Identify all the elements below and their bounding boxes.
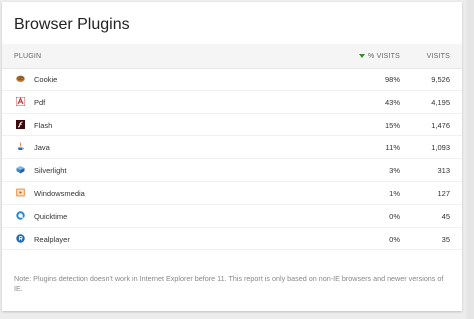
column-header-plugin[interactable]: PLUGIN	[14, 53, 41, 60]
plugin-table-body: Cookie 98% 9,526 Pdf 43% 4,195 Flash 15%…	[2, 68, 462, 251]
sort-descending-icon	[359, 54, 366, 58]
plugin-visits: 1,093	[431, 143, 450, 153]
plugin-detection-note: Note: Plugins detection doesn't work in …	[14, 274, 444, 293]
plugin-visits: 1,476	[431, 120, 450, 130]
plugin-visits: 9,526	[431, 75, 450, 84]
plugin-name: Flash	[34, 120, 53, 130]
plugin-pct-visits: 0%	[389, 211, 400, 221]
widget-title: Browser Plugins	[14, 16, 130, 33]
plugin-name: Quicktime	[34, 211, 68, 221]
plugin-pct-visits: 3%	[389, 166, 400, 176]
page-scrollbar[interactable]	[466, 0, 474, 319]
table-row[interactable]: Quicktime 0% 45	[2, 205, 462, 228]
plugin-name: Windowsmedia	[34, 188, 85, 198]
java-icon	[16, 142, 25, 151]
table-row[interactable]: Cookie 98% 9,526	[2, 68, 462, 91]
quicktime-icon	[16, 211, 25, 220]
plugin-visits: 35	[441, 234, 450, 244]
table-row[interactable]: Silverlight 3% 313	[2, 159, 462, 182]
column-header-pct-visits[interactable]: % VISITS	[359, 53, 400, 60]
plugin-name: Pdf	[34, 97, 46, 107]
plugin-name: Realplayer	[34, 234, 70, 244]
plugin-pct-visits: 15%	[384, 120, 400, 130]
plugin-pct-visits: 1%	[389, 188, 400, 198]
column-header-pct-visits-label: % VISITS	[368, 53, 400, 60]
table-row[interactable]: Windowsmedia 1% 127	[2, 182, 462, 205]
silverlight-icon	[16, 165, 25, 174]
browser-plugins-widget: Browser Plugins PLUGIN % VISITS VISITS C…	[2, 2, 462, 311]
plugin-name: Java	[34, 143, 50, 153]
plugin-pct-visits: 98%	[384, 75, 400, 84]
plugin-pct-visits: 11%	[385, 143, 400, 153]
table-header: PLUGIN % VISITS VISITS	[2, 44, 462, 69]
flash-icon	[16, 119, 25, 129]
plugin-pct-visits: 0%	[389, 234, 400, 244]
windowsmedia-icon	[16, 188, 25, 197]
table-row[interactable]: Realplayer 0% 35	[2, 228, 462, 251]
table-row[interactable]: Flash 15% 1,476	[2, 114, 462, 137]
plugin-visits: 4,195	[431, 97, 450, 107]
plugin-pct-visits: 43%	[384, 97, 400, 107]
table-row[interactable]: Java 11% 1,093	[2, 136, 462, 160]
pdf-icon	[15, 96, 26, 107]
table-row[interactable]: Pdf 43% 4,195	[2, 91, 462, 114]
plugin-visits: 313	[437, 166, 450, 176]
plugin-visits: 127	[437, 188, 450, 198]
plugin-visits: 45	[441, 211, 450, 221]
plugin-name: Cookie	[34, 75, 58, 84]
realplayer-icon	[16, 233, 25, 243]
plugin-name: Silverlight	[34, 166, 67, 176]
cookie-icon	[16, 74, 25, 83]
column-header-visits[interactable]: VISITS	[427, 53, 450, 60]
